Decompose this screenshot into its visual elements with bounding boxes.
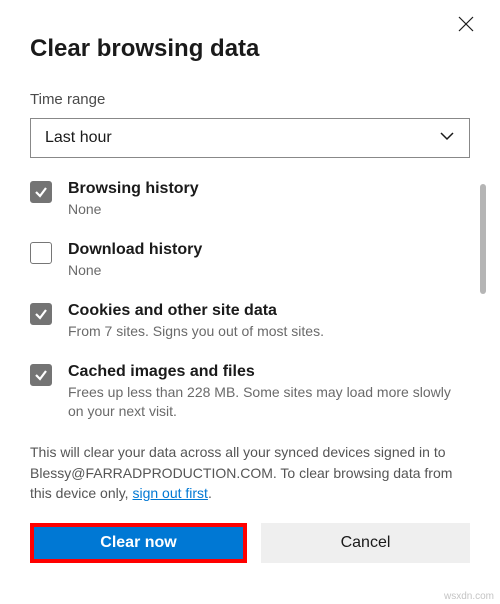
list-item-text: Cached images and files Frees up less th… [68, 363, 470, 421]
item-title: Browsing history [68, 180, 460, 198]
check-icon [34, 368, 48, 382]
scrollbar-thumb[interactable] [480, 184, 486, 294]
check-icon [34, 185, 48, 199]
footer-prefix: This will clear your data across all you… [30, 444, 452, 501]
item-subtitle: None [68, 261, 460, 280]
list-item-text: Download history None [68, 241, 470, 280]
item-subtitle: Frees up less than 228 MB. Some sites ma… [68, 383, 460, 421]
close-button[interactable] [456, 14, 476, 34]
checkbox-browsing-history[interactable] [30, 181, 52, 203]
list-item-text: Browsing history None [68, 180, 470, 219]
clear-now-highlight: Clear now [30, 523, 247, 563]
data-type-list: Browsing history None Download history N… [30, 180, 470, 420]
item-subtitle: From 7 sites. Signs you out of most site… [68, 322, 460, 341]
check-icon [34, 307, 48, 321]
list-item: Download history None [30, 241, 470, 280]
time-range-value: Last hour [45, 129, 112, 147]
dialog-title: Clear browsing data [30, 35, 470, 63]
cancel-button[interactable]: Cancel [261, 523, 470, 563]
list-item: Cached images and files Frees up less th… [30, 363, 470, 421]
footer-suffix: . [208, 485, 212, 501]
time-range-select[interactable]: Last hour [30, 118, 470, 158]
list-item-text: Cookies and other site data From 7 sites… [68, 302, 470, 341]
checkbox-cached-files[interactable] [30, 364, 52, 386]
chevron-down-icon [439, 128, 455, 149]
time-range-label: Time range [30, 91, 470, 108]
item-subtitle: None [68, 200, 460, 219]
sign-out-link[interactable]: sign out first [132, 485, 207, 501]
list-item: Browsing history None [30, 180, 470, 219]
sync-warning-text: This will clear your data across all you… [30, 442, 470, 503]
checkbox-cookies[interactable] [30, 303, 52, 325]
item-title: Cached images and files [68, 363, 460, 381]
checkbox-download-history[interactable] [30, 242, 52, 264]
clear-now-button[interactable]: Clear now [34, 527, 243, 559]
watermark: wsxdn.com [444, 591, 494, 602]
item-title: Download history [68, 241, 460, 259]
list-item: Cookies and other site data From 7 sites… [30, 302, 470, 341]
button-row: Clear now Cancel [30, 523, 470, 563]
clear-browsing-data-dialog: Clear browsing data Time range Last hour… [0, 0, 500, 604]
close-icon [458, 16, 474, 32]
item-title: Cookies and other site data [68, 302, 460, 320]
